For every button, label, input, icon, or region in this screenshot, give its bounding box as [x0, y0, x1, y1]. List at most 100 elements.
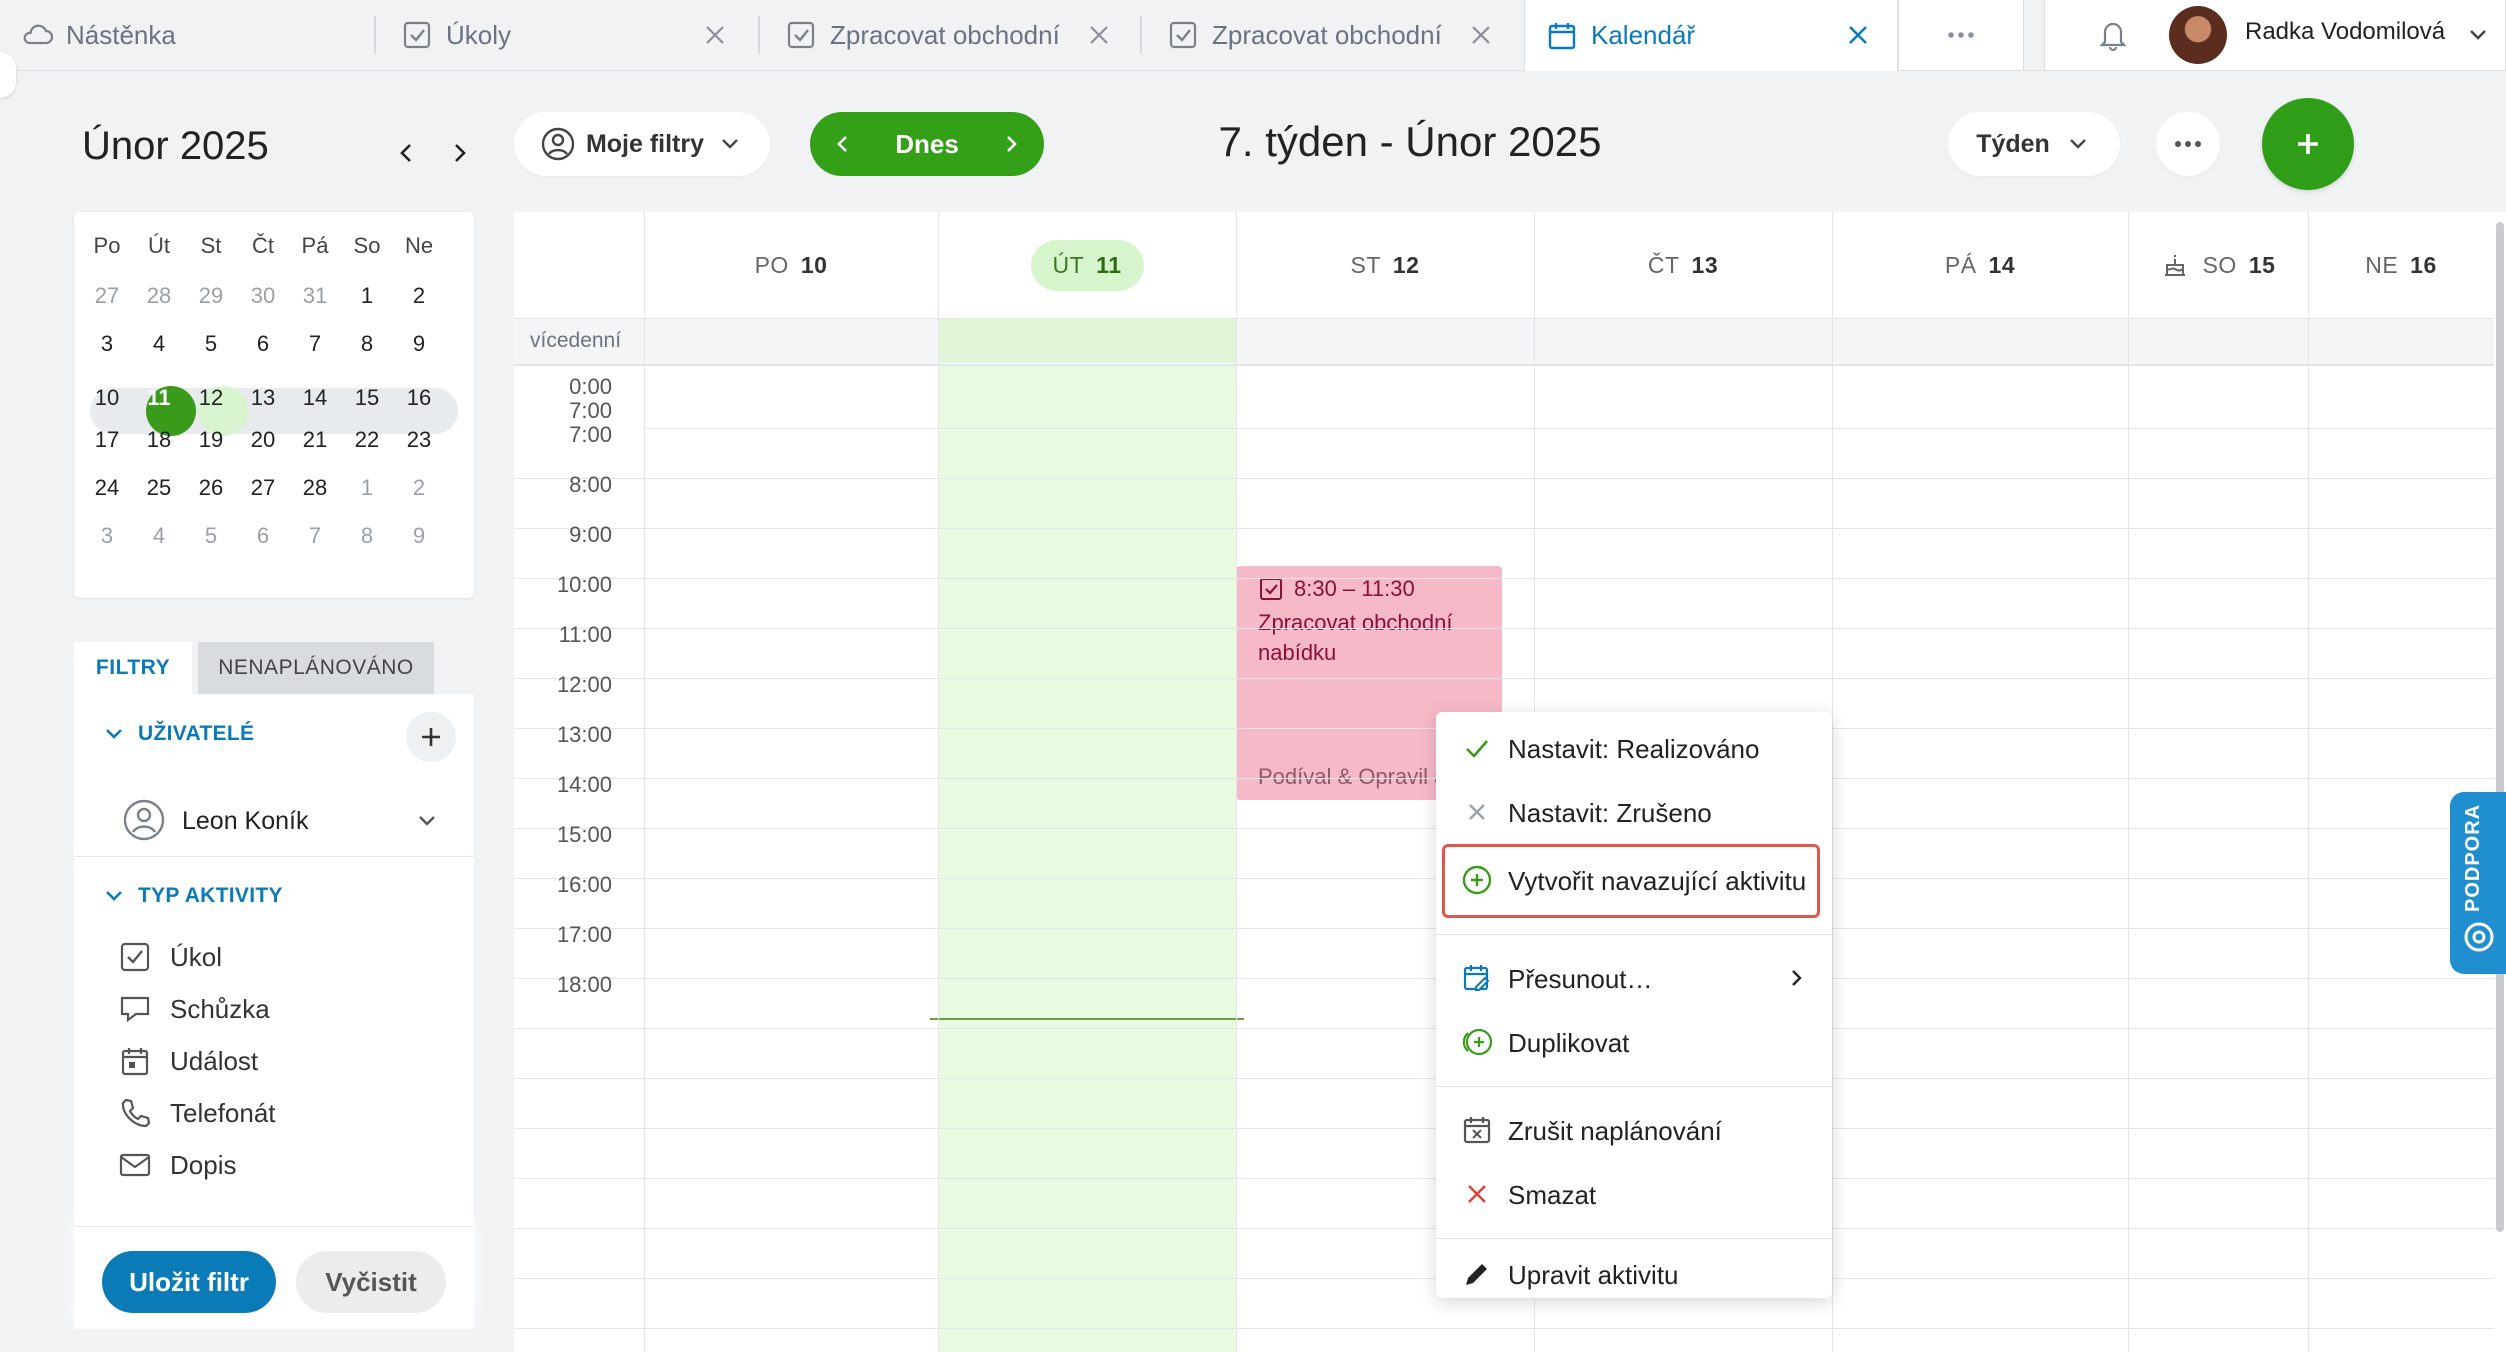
mini-calendar-day[interactable]: 31: [290, 276, 340, 316]
tab-tasks[interactable]: Úkoly: [374, 0, 754, 70]
time-label: 11:00: [558, 622, 612, 647]
mini-calendar-day[interactable]: 6: [238, 516, 288, 556]
mini-calendar-day[interactable]: 19: [186, 420, 236, 460]
day-header[interactable]: NE 16: [2308, 212, 2494, 318]
day-header[interactable]: ČT 13: [1534, 212, 1832, 318]
tab-filters[interactable]: FILTRY: [74, 642, 192, 694]
mini-calendar-day[interactable]: 5: [186, 324, 236, 364]
support-tab[interactable]: PODPORA: [2450, 792, 2506, 974]
mini-calendar-day[interactable]: 17: [82, 420, 132, 460]
today-button[interactable]: Dnes: [895, 129, 959, 160]
add-user-button[interactable]: [406, 712, 456, 762]
mini-calendar-day[interactable]: 9: [394, 516, 444, 556]
mini-calendar-day[interactable]: 13: [238, 378, 288, 418]
mini-calendar-day[interactable]: 11: [134, 378, 184, 418]
more-options-button[interactable]: [2156, 112, 2220, 176]
day-header[interactable]: SO 15: [2128, 212, 2308, 318]
next-week-icon[interactable]: [994, 127, 1028, 161]
more-tabs-button[interactable]: [1898, 0, 2024, 70]
mini-calendar-day[interactable]: 24: [82, 468, 132, 508]
tab-dashboard[interactable]: Nástěnka: [20, 0, 370, 70]
chevron-down-icon[interactable]: [412, 806, 442, 836]
activity-type-task[interactable]: Úkol: [118, 940, 222, 974]
mini-calendar-day[interactable]: 27: [238, 468, 288, 508]
mini-calendar-day[interactable]: 5: [186, 516, 236, 556]
activity-type-letter[interactable]: Dopis: [118, 1148, 236, 1182]
mini-calendar-day[interactable]: 30: [238, 276, 288, 316]
mini-calendar-day[interactable]: 20: [238, 420, 288, 460]
mini-calendar-day[interactable]: 25: [134, 468, 184, 508]
save-filter-button[interactable]: Uložit filtr: [102, 1251, 276, 1313]
menu-item-duplicate[interactable]: Duplikovat: [1436, 1010, 1832, 1074]
view-dropdown[interactable]: Týden: [1948, 112, 2120, 176]
mini-calendar-day[interactable]: 28: [134, 276, 184, 316]
mini-calendar-day[interactable]: 14: [290, 378, 340, 418]
mini-calendar-day[interactable]: 18: [134, 420, 184, 460]
mini-calendar-day[interactable]: 27: [82, 276, 132, 316]
clear-filter-button[interactable]: Vyčistit: [296, 1251, 446, 1313]
menu-item-set-cancelled[interactable]: Nastavit: Zrušeno: [1436, 780, 1832, 844]
activity-type-meeting[interactable]: Schůzka: [118, 992, 270, 1026]
prev-week-icon[interactable]: [826, 127, 860, 161]
chevron-down-icon[interactable]: [2463, 20, 2493, 50]
mini-calendar-day[interactable]: 23: [394, 420, 444, 460]
mini-calendar-day[interactable]: 16: [394, 378, 444, 418]
day-header[interactable]: ST 12: [1236, 212, 1534, 318]
mini-calendar-day[interactable]: 1: [342, 276, 392, 316]
mini-calendar-day[interactable]: 4: [134, 324, 184, 364]
tab-unscheduled[interactable]: NENAPLÁNOVÁNO: [198, 642, 434, 694]
activity-type-event[interactable]: Událost: [118, 1044, 258, 1078]
close-icon[interactable]: [1082, 18, 1116, 52]
mini-calendar-day[interactable]: 21: [290, 420, 340, 460]
activity-section-header[interactable]: TYP AKTIVITY: [102, 884, 283, 908]
mini-calendar-day[interactable]: 2: [394, 276, 444, 316]
tab-offer-1[interactable]: Zpracovat obchodní: [758, 0, 1138, 70]
menu-item-edit[interactable]: Upravit aktivitu: [1436, 1242, 1832, 1306]
next-month-icon[interactable]: [442, 136, 476, 170]
close-icon[interactable]: [1841, 18, 1875, 52]
day-header[interactable]: ÚT 11: [938, 212, 1236, 318]
mini-calendar-day[interactable]: 7: [290, 516, 340, 556]
mini-calendar-day[interactable]: 3: [82, 324, 132, 364]
mini-calendar-day[interactable]: 4: [134, 516, 184, 556]
users-section-header[interactable]: UŽIVATELÉ: [102, 722, 254, 746]
close-icon[interactable]: [698, 18, 732, 52]
mini-calendar-day[interactable]: 26: [186, 468, 236, 508]
activity-type-phone[interactable]: Telefonát: [118, 1096, 276, 1130]
day-header[interactable]: PO 10: [644, 212, 938, 318]
tab-calendar[interactable]: Kalendář: [1524, 0, 1898, 71]
menu-item-move[interactable]: Přesunout…: [1436, 946, 1832, 1010]
avatar[interactable]: [2169, 6, 2227, 64]
scrollbar-thumb[interactable]: [2496, 222, 2504, 1232]
my-filters-dropdown[interactable]: Moje filtry: [514, 112, 770, 176]
tab-offer-2[interactable]: Zpracovat obchodní: [1140, 0, 1520, 70]
prev-month-icon[interactable]: [390, 136, 424, 170]
mini-calendar-day[interactable]: 12: [186, 378, 236, 418]
mini-calendar-day[interactable]: 2: [394, 468, 444, 508]
weekday-header: Pá: [301, 233, 329, 258]
mini-calendar-day[interactable]: 8: [342, 324, 392, 364]
mini-calendar-day[interactable]: 1: [342, 468, 392, 508]
day-header[interactable]: PÁ 14: [1832, 212, 2128, 318]
menu-item-label: Nastavit: Zrušeno: [1508, 798, 1712, 828]
add-activity-button[interactable]: [2262, 98, 2354, 190]
user-name[interactable]: Radka Vodomilová: [2245, 18, 2445, 46]
mini-calendar-day[interactable]: 22: [342, 420, 392, 460]
user-filter-row[interactable]: Leon Koník: [74, 776, 474, 866]
mini-calendar-day[interactable]: 6: [238, 324, 288, 364]
mini-calendar-day[interactable]: 15: [342, 378, 392, 418]
mini-calendar-day[interactable]: 9: [394, 324, 444, 364]
sidebar-toggle[interactable]: [0, 52, 16, 98]
mini-calendar-day[interactable]: 7: [290, 324, 340, 364]
mini-calendar-day[interactable]: 28: [290, 468, 340, 508]
close-icon[interactable]: [1464, 18, 1498, 52]
mini-calendar-day[interactable]: 8: [342, 516, 392, 556]
mini-calendar-day[interactable]: 3: [82, 516, 132, 556]
menu-item-set-done[interactable]: Nastavit: Realizováno: [1436, 716, 1832, 780]
menu-item-unschedule[interactable]: Zrušit naplánování: [1436, 1098, 1832, 1162]
calendar-icon: [1545, 19, 1579, 53]
menu-item-delete[interactable]: Smazat: [1436, 1162, 1832, 1226]
mini-calendar-day[interactable]: 29: [186, 276, 236, 316]
mini-calendar-day[interactable]: 10: [82, 378, 132, 418]
bell-icon[interactable]: [2093, 14, 2133, 54]
